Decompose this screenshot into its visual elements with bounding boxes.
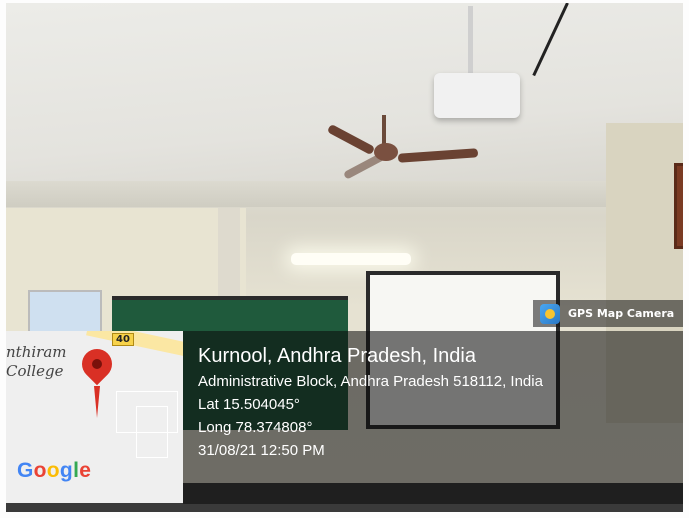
map-place-label-line1: nthiram bbox=[6, 343, 67, 361]
map-pin-icon bbox=[75, 342, 119, 386]
google-letter: G bbox=[17, 459, 34, 482]
google-letter: e bbox=[79, 459, 92, 482]
location-longitude: Long 78.374808° bbox=[198, 419, 313, 436]
location-latitude: Lat 15.504045° bbox=[198, 396, 300, 413]
map-pin-tail bbox=[94, 386, 100, 418]
gps-camera-icon bbox=[540, 303, 560, 324]
gps-app-name: GPS Map Camera bbox=[568, 307, 675, 320]
map-building-outline bbox=[136, 406, 168, 458]
location-address: Administrative Block, Andhra Pradesh 518… bbox=[198, 373, 543, 390]
google-letter: o bbox=[46, 459, 60, 482]
ceiling-beam bbox=[6, 181, 683, 207]
tube-light bbox=[291, 253, 411, 265]
road-number-badge: 40 bbox=[112, 333, 134, 346]
location-datetime: 31/08/21 12:50 PM bbox=[198, 442, 325, 459]
photo-frame: GPS Map Camera 40 nthiram College Google… bbox=[0, 0, 689, 518]
projector bbox=[434, 73, 520, 118]
google-logo: Google bbox=[17, 459, 91, 483]
map-place-label: nthiram College bbox=[6, 343, 66, 381]
fan-rod bbox=[382, 115, 386, 145]
location-map: 40 nthiram College Google bbox=[6, 331, 183, 503]
ceiling-fan bbox=[374, 143, 398, 161]
location-info: Kurnool, Andhra Pradesh, India Administr… bbox=[198, 342, 543, 462]
google-letter: g bbox=[59, 459, 74, 482]
window bbox=[674, 163, 683, 249]
gps-map-camera-badge: GPS Map Camera bbox=[533, 300, 683, 327]
projector-mount bbox=[468, 6, 473, 76]
google-letter: o bbox=[33, 459, 47, 482]
location-city: Kurnool, Andhra Pradesh, India bbox=[198, 345, 476, 367]
map-place-label-line2: College bbox=[6, 362, 64, 380]
